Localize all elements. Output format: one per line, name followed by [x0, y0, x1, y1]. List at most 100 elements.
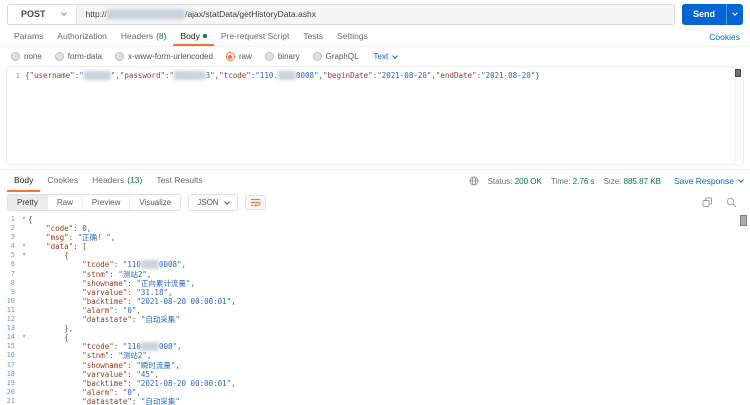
- fold-gutter: [20, 297, 28, 306]
- fold-gutter: [20, 324, 28, 333]
- code-line: 1 ▼{: [0, 215, 750, 224]
- code-text: "stnm": "测站2",: [82, 269, 152, 279]
- view-pretty[interactable]: Pretty: [8, 195, 48, 210]
- fold-gutter: [20, 315, 28, 324]
- code-line: 3 "msg": "正确! ",: [0, 233, 750, 242]
- line-number: 3: [10, 233, 15, 242]
- mode-binary[interactable]: binary: [264, 52, 300, 61]
- code-text: "datastate": "自动采集": [82, 315, 180, 325]
- fold-gutter: [20, 361, 28, 370]
- fold-gutter: [20, 397, 28, 405]
- response-action-icons: [702, 197, 743, 208]
- code-text: "data": [: [46, 242, 87, 252]
- fold-chevron-icon[interactable]: ▼: [20, 333, 28, 342]
- tab-body[interactable]: Body: [173, 28, 214, 46]
- line-number: 14: [6, 333, 15, 342]
- fold-gutter: [20, 351, 28, 360]
- code-line: 2 "code": 0,: [0, 224, 750, 233]
- fold-gutter: [20, 306, 28, 315]
- code-text: },: [28, 324, 74, 334]
- response-tab-body[interactable]: Body: [7, 170, 41, 192]
- tab-headers[interactable]: Headers (8): [114, 28, 174, 46]
- request-body-line: 1 {"username":"██████","password":"█████…: [7, 71, 743, 81]
- radio-selected-icon: [225, 52, 235, 61]
- tab-tests[interactable]: Tests: [296, 28, 330, 46]
- mode-none[interactable]: none: [11, 52, 42, 61]
- copy-icon[interactable]: [702, 197, 713, 208]
- editor-scrollbar-thumb[interactable]: [735, 69, 741, 77]
- code-line: 20 "alarm": "0",: [0, 388, 750, 397]
- fold-gutter: [20, 279, 28, 288]
- code-text: "backtime": "2021-08-20 00:00:01",: [82, 296, 236, 306]
- mode-x-www-form-urlencoded[interactable]: x-www-form-urlencoded: [115, 52, 213, 61]
- cookies-link[interactable]: Cookies: [709, 32, 743, 42]
- send-options-button[interactable]: [726, 3, 743, 25]
- line-number: 1: [10, 215, 15, 223]
- url-input[interactable]: http://█████████████/ajax/statData/getHi…: [76, 4, 674, 24]
- code-line: 12 "datastate": "自动采集": [0, 315, 750, 324]
- fold-gutter: [20, 270, 28, 279]
- search-icon[interactable]: [726, 197, 737, 208]
- line-number: 6: [10, 260, 15, 269]
- raw-type-select[interactable]: Text: [374, 52, 399, 61]
- response-tab-test-results[interactable]: Test Results: [149, 170, 209, 192]
- send-button[interactable]: Send: [681, 3, 743, 25]
- body-mode-row: none form-data x-www-form-urlencoded raw…: [0, 47, 750, 66]
- code-text: "showname": "瞬时流量",: [82, 360, 180, 370]
- tab-settings[interactable]: Settings: [330, 28, 375, 46]
- code-line: 7 "stnm": "测站2",: [0, 270, 750, 279]
- view-mode-group: Pretty Raw Preview Visualize: [7, 194, 182, 211]
- code-line: 11 "alarm": "0",: [0, 306, 750, 315]
- code-text: "tcode": "110████0008",: [82, 260, 187, 270]
- postman-app: POST http://█████████████/ajax/statData/…: [0, 0, 750, 405]
- code-text: {: [28, 251, 69, 261]
- fold-chevron-icon[interactable]: ▼: [20, 215, 28, 224]
- editor-scrollbar[interactable]: [735, 68, 742, 163]
- line-number: 17: [6, 360, 15, 369]
- request-body-editor[interactable]: 1 {"username":"██████","password":"█████…: [6, 66, 744, 165]
- fold-chevron-icon[interactable]: ▼: [20, 251, 28, 260]
- response-tab-cookies[interactable]: Cookies: [40, 170, 85, 192]
- radio-icon: [11, 52, 20, 61]
- mode-form-data[interactable]: form-data: [54, 52, 102, 61]
- tab-authorization[interactable]: Authorization: [50, 28, 114, 46]
- save-response-button[interactable]: Save Response: [670, 176, 744, 186]
- chevron-down-icon: [392, 52, 399, 59]
- code-text: "alarm": "0",: [82, 387, 141, 397]
- wrap-text-button[interactable]: [244, 195, 266, 210]
- code-text: {: [28, 333, 69, 343]
- code-line: 9 "varvalue": "31.18",: [0, 288, 750, 297]
- code-text: "showname": "正向累计流量",: [82, 278, 195, 288]
- mode-graphql[interactable]: GraphQL: [312, 52, 359, 61]
- line-number: 10: [6, 296, 15, 305]
- response-scrollbar-thumb[interactable]: [740, 215, 747, 226]
- response-body-viewer[interactable]: 1 ▼{2 "code": 0, 3 "msg": "正确! ", 4 ▼ "data"…: [0, 213, 750, 405]
- code-line: 5 ▼ {: [0, 251, 750, 260]
- view-raw[interactable]: Raw: [48, 195, 83, 210]
- code-line: 18 "varvalue": "45",: [0, 370, 750, 379]
- url-redacted: █████████████: [106, 9, 186, 19]
- response-tab-headers[interactable]: Headers (13): [85, 170, 149, 192]
- code-line: 13 },: [0, 324, 750, 333]
- fold-gutter: [20, 233, 28, 242]
- line-number: 19: [6, 378, 15, 387]
- view-visualize[interactable]: Visualize: [130, 195, 180, 210]
- network-globe-icon[interactable]: [469, 176, 479, 186]
- code-line: 16 "stnm": "测站2",: [0, 351, 750, 360]
- line-number: 20: [6, 387, 15, 396]
- url-suffix: /ajax/statData/getHistoryData.ashx: [185, 9, 316, 19]
- chevron-down-icon: [732, 10, 738, 16]
- view-preview[interactable]: Preview: [83, 195, 131, 210]
- mode-raw[interactable]: raw: [225, 52, 252, 61]
- time-field: Time: 2.76 s: [550, 176, 595, 186]
- line-number: 8: [10, 278, 15, 287]
- tab-params[interactable]: Params: [7, 28, 50, 46]
- code-line: 17 "showname": "瞬时流量",: [0, 361, 750, 370]
- format-select[interactable]: JSON: [188, 194, 238, 211]
- tab-pre-request-script[interactable]: Pre-request Script: [214, 28, 297, 46]
- method-select[interactable]: POST: [8, 4, 77, 24]
- fold-gutter: [20, 342, 28, 351]
- fold-chevron-icon[interactable]: ▼: [20, 242, 28, 251]
- fold-gutter: [20, 224, 28, 233]
- line-number: 4: [10, 242, 15, 251]
